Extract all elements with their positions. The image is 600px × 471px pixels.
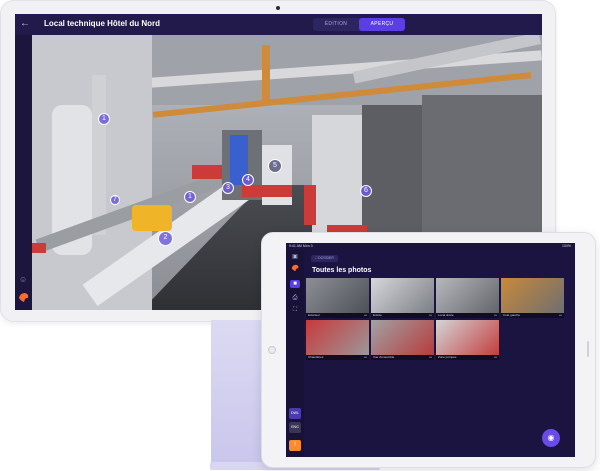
brand-logo-icon — [291, 264, 299, 272]
brand-logo-icon — [19, 293, 29, 302]
expand-icon[interactable]: ⛶ — [290, 306, 300, 314]
page-title: Local technique Hôtel du Nord — [44, 19, 161, 28]
status-battery: 100% — [562, 244, 571, 248]
photos-icon[interactable]: ■ — [290, 280, 300, 288]
top-bar: ← Local technique Hôtel du Nord ÉDITION … — [15, 14, 542, 35]
hotspot-5[interactable]: 4 — [242, 174, 254, 186]
photo-thumb[interactable]: Local droite ••• — [436, 278, 499, 318]
hotspot-6[interactable]: 5 — [268, 159, 282, 173]
photo-thumb[interactable]: Coté gauche ••• — [501, 278, 564, 318]
photo-thumb[interactable]: Entrée ••• — [371, 278, 434, 318]
tablet-home-button — [587, 341, 589, 357]
print-icon[interactable]: ⎙ — [290, 294, 300, 302]
camera-icon[interactable]: ◉ — [542, 429, 560, 447]
tablet-sidebar: ▣ ■ ⎙ ⛶ DWL ENG ! — [286, 250, 304, 457]
tab-apercu[interactable]: APERÇU — [359, 18, 405, 31]
hotspot-8[interactable]: 7 — [110, 195, 120, 205]
photo-thumb[interactable]: Vue d'ensemble ••• — [371, 320, 434, 360]
hotspot-1[interactable]: 1 — [98, 113, 110, 125]
hotspot-3[interactable]: 2 — [158, 231, 173, 246]
tablet-screen: 9:41 AM Mon 3 100% ▣ ■ ⎙ ⛶ DWL ENG ! □ D… — [286, 243, 575, 457]
hotspot-7[interactable]: 6 — [360, 185, 372, 197]
tablet-camera — [268, 346, 276, 354]
breadcrumb[interactable]: □ DOSSIER — [311, 255, 338, 262]
sidebar-badge-eng[interactable]: ENG — [289, 422, 301, 433]
arrow-left-icon[interactable]: ← — [20, 18, 30, 29]
webcam-dot — [276, 6, 280, 10]
hotspot-4[interactable]: 3 — [222, 182, 234, 194]
status-time: 9:41 AM Mon 3 — [289, 244, 313, 248]
photo-thumb[interactable]: Extérieur ••• — [306, 278, 369, 318]
sidebar-toggle-icon[interactable]: ▣ — [290, 253, 300, 261]
sidebar-badge-dwl[interactable]: DWL — [289, 408, 301, 419]
tablet-device: 9:41 AM Mon 3 100% ▣ ■ ⎙ ⛶ DWL ENG ! □ D… — [261, 232, 596, 468]
user-icon[interactable]: ☺ — [19, 275, 27, 284]
sidebar: ☺ — [15, 35, 32, 310]
hotspot-2[interactable]: 1 — [184, 191, 196, 203]
photo-thumb[interactable]: Zone pompes ••• — [436, 320, 499, 360]
page-title: Toutes les photos — [312, 267, 372, 274]
alert-icon[interactable]: ! — [289, 440, 301, 451]
mode-toggle[interactable]: ÉDITION APERÇU — [313, 18, 405, 31]
tab-edition[interactable]: ÉDITION — [313, 18, 359, 31]
photo-thumb[interactable]: Chaudières ••• — [306, 320, 369, 360]
status-bar: 9:41 AM Mon 3 100% — [286, 243, 575, 250]
